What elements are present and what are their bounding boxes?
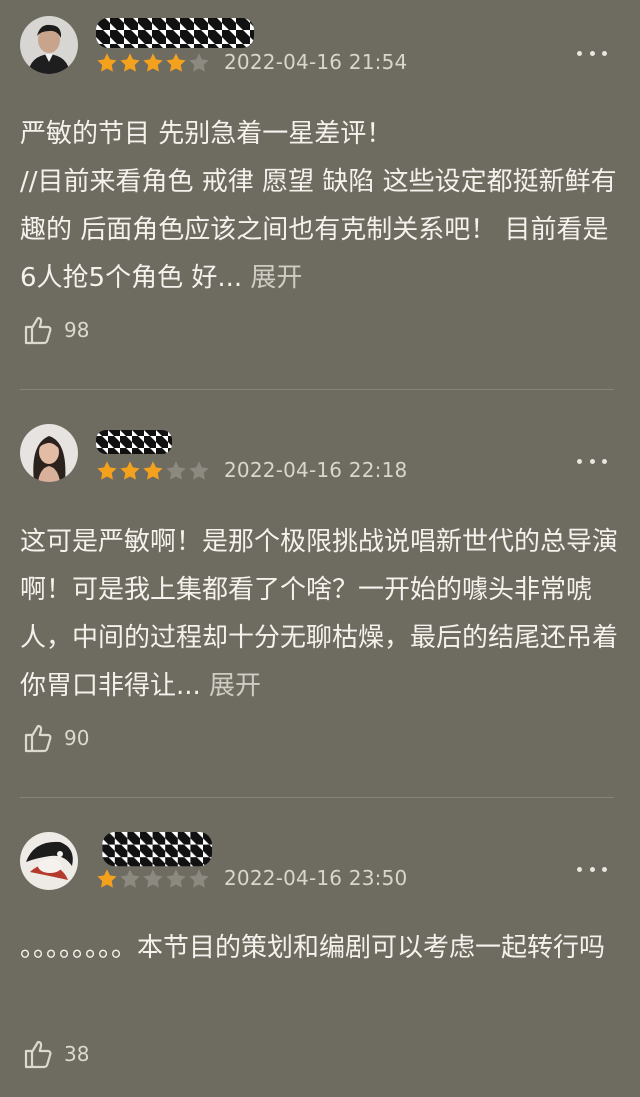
more-dots-icon[interactable] bbox=[577, 48, 607, 58]
star-icon bbox=[166, 869, 186, 888]
avatar[interactable] bbox=[20, 832, 78, 890]
like-button[interactable]: 98 bbox=[22, 314, 89, 346]
star-icon bbox=[189, 461, 209, 480]
star-icon bbox=[97, 461, 117, 480]
divider bbox=[20, 389, 614, 390]
review-date: 2022-04-16 22:18 bbox=[224, 458, 408, 482]
rating-stars bbox=[96, 460, 210, 482]
review-date: 2022-04-16 21:54 bbox=[224, 50, 408, 74]
expand-link[interactable]: 展开 bbox=[242, 263, 302, 293]
rating-stars bbox=[96, 52, 210, 74]
star-icon bbox=[97, 53, 117, 72]
star-icon bbox=[143, 53, 163, 72]
review-text: 。。。。。。。。本节目的策划和编剧可以考虑一起转行吗 bbox=[20, 933, 606, 963]
expand-link[interactable]: 展开 bbox=[201, 671, 261, 701]
username-redacted[interactable] bbox=[96, 424, 174, 460]
avatar[interactable] bbox=[20, 16, 78, 74]
like-count: 38 bbox=[64, 1042, 90, 1066]
thumbs-up-icon bbox=[24, 724, 52, 753]
review-date: 2022-04-16 23:50 bbox=[224, 866, 408, 890]
star-icon bbox=[189, 53, 209, 72]
like-count: 98 bbox=[64, 318, 90, 342]
thumbs-up-icon bbox=[24, 316, 52, 345]
more-dots-icon[interactable] bbox=[577, 456, 607, 466]
like-count: 90 bbox=[64, 726, 90, 750]
star-icon bbox=[166, 461, 186, 480]
rating-stars bbox=[96, 868, 210, 890]
star-icon bbox=[97, 869, 117, 888]
star-icon bbox=[120, 869, 140, 888]
star-icon bbox=[189, 869, 209, 888]
star-icon bbox=[120, 461, 140, 480]
review-text: 严敏的节目 先别急着一星差评！ //目前来看角色 戒律 愿望 缺陷 这些设定都挺… bbox=[20, 119, 617, 293]
divider bbox=[20, 797, 614, 798]
review-text: 这可是严敏啊！是那个极限挑战说唱新世代的总导演啊！可是我上集都看了个啥？一开始的… bbox=[20, 527, 619, 701]
star-icon bbox=[166, 53, 186, 72]
username-redacted[interactable] bbox=[96, 16, 256, 52]
like-button[interactable]: 90 bbox=[22, 722, 89, 754]
star-icon bbox=[120, 53, 140, 72]
more-dots-icon[interactable] bbox=[577, 864, 607, 874]
avatar[interactable] bbox=[20, 424, 78, 482]
username-redacted[interactable] bbox=[96, 832, 220, 868]
thumbs-up-icon bbox=[24, 1040, 52, 1069]
star-icon bbox=[143, 461, 163, 480]
star-icon bbox=[143, 869, 163, 888]
like-button[interactable]: 38 bbox=[22, 1038, 89, 1070]
